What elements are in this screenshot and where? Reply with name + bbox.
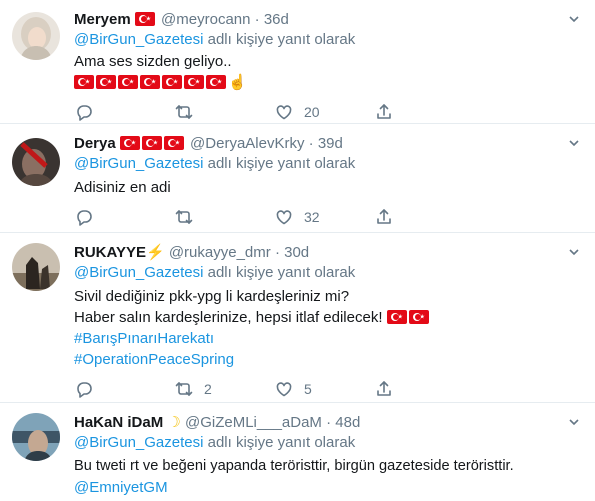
separator-dot: · — [274, 244, 280, 261]
hashtag-link[interactable]: #OperationPeaceSpring — [74, 349, 583, 370]
avatar[interactable] — [12, 413, 60, 461]
reply-icon — [77, 382, 92, 398]
reply-context: @BirGun_Gazetesi adlı kişiye yanıt olara… — [74, 263, 583, 283]
tweet[interactable]: HaKaN iDaM ☽ @GiZeMLi___aDaM · 48d @BirG… — [0, 403, 595, 501]
reply-mention-link[interactable]: @BirGun_Gazetesi — [74, 264, 203, 281]
reply-context-text: adlı kişiye yanıt olarak — [203, 155, 356, 172]
retweet-button[interactable]: 2 — [174, 379, 274, 399]
avatar[interactable] — [12, 12, 60, 60]
lightning-icon: ⚡ — [145, 244, 165, 261]
separator-dot: · — [326, 414, 332, 431]
chevron-down-icon[interactable] — [567, 245, 581, 259]
turkey-flag-icon — [140, 75, 160, 89]
tweet-text-line: Ama ses sizden geliyo.. — [74, 53, 232, 70]
retweet-button[interactable] — [174, 207, 274, 227]
user-handle[interactable]: @rukayye_dmr — [169, 244, 271, 261]
chevron-down-icon[interactable] — [567, 415, 581, 429]
share-icon — [377, 209, 391, 224]
tweet-text: Ama ses sizden geliyo.. ☝ — [74, 51, 583, 93]
like-button[interactable]: 20 — [274, 102, 374, 122]
turkey-flag-icon — [386, 310, 407, 324]
display-name[interactable]: HaKaN iDaM — [74, 414, 163, 431]
timestamp[interactable]: 30d — [284, 244, 309, 261]
avatar[interactable] — [12, 138, 60, 186]
turkey-flag-icon — [162, 75, 182, 89]
reply-context-text: adlı kişiye yanıt olarak — [203, 434, 356, 451]
share-button[interactable] — [374, 207, 474, 227]
turkey-flag-icon — [74, 75, 94, 89]
heart-icon — [276, 382, 292, 397]
turkey-flag-icon — [408, 310, 429, 324]
share-icon — [377, 381, 391, 396]
retweet-icon — [175, 382, 193, 396]
tweet[interactable]: RUKAYYE⚡ @rukayye_dmr · 30d @BirGun_Gaze… — [0, 233, 595, 403]
display-name[interactable]: Derya — [74, 135, 116, 152]
reply-context: @BirGun_Gazetesi adlı kişiye yanıt olara… — [74, 30, 583, 50]
tweet-text: Sivil dediğiniz pkk-ypg li kardeşleriniz… — [74, 286, 583, 370]
separator-dot: · — [308, 135, 314, 152]
like-button[interactable]: 32 — [274, 207, 374, 227]
user-handle[interactable]: @DeryaAlevKrky — [190, 135, 304, 152]
reply-mention-link[interactable]: @BirGun_Gazetesi — [74, 434, 203, 451]
reply-button[interactable] — [74, 102, 174, 122]
turkey-flag-icon — [119, 136, 140, 150]
turkey-flag-icon — [96, 75, 116, 89]
retweet-icon — [175, 105, 193, 119]
like-count: 5 — [304, 381, 312, 397]
tweet-text-line: Sivil dediğiniz pkk-ypg li kardeşleriniz… — [74, 288, 350, 305]
turkey-flag-icon — [118, 75, 138, 89]
tweet-text: Adisiniz en adi — [74, 177, 583, 198]
turkey-flag-icon — [141, 136, 162, 150]
heart-icon — [276, 210, 292, 225]
retweet-button[interactable] — [174, 102, 274, 122]
retweet-icon — [175, 210, 193, 224]
crescent-moon-icon: ☽ — [167, 414, 181, 431]
reply-button[interactable] — [74, 207, 174, 227]
avatar[interactable] — [12, 243, 60, 291]
reply-button[interactable] — [74, 379, 174, 399]
hashtag-link[interactable]: #BarışPınarıHarekatı — [74, 328, 583, 349]
tweet-text-line: Bu tweti rt ve beğeni yapanda teröristti… — [74, 458, 514, 474]
share-button[interactable] — [374, 379, 474, 399]
share-icon — [377, 104, 391, 119]
retweet-count: 2 — [204, 381, 212, 397]
chevron-down-icon[interactable] — [567, 12, 581, 26]
tweet-text-line: Adisiniz en adi — [74, 179, 171, 196]
timestamp[interactable]: 48d — [335, 414, 360, 431]
mention-link[interactable]: @EmniyetGM — [74, 477, 583, 498]
tweet-actions: 32 — [74, 198, 583, 236]
reply-context: @BirGun_Gazetesi adlı kişiye yanıt olara… — [74, 154, 583, 174]
pointing-finger-icon: ☝ — [228, 74, 247, 91]
tweet-text-line: Haber salın kardeşlerinize, hepsi itlaf … — [74, 307, 583, 328]
timestamp[interactable]: 36d — [264, 11, 289, 28]
tweet-text-span: Haber salın kardeşlerinize, hepsi itlaf … — [74, 309, 383, 326]
separator-dot: · — [254, 11, 260, 28]
share-button[interactable] — [374, 102, 474, 122]
reply-icon — [77, 210, 92, 226]
reply-icon — [77, 105, 92, 121]
display-name[interactable]: RUKAYYE — [74, 244, 146, 261]
like-count: 20 — [304, 104, 320, 120]
reply-context: @BirGun_Gazetesi adlı kişiye yanıt olara… — [74, 433, 583, 453]
reply-mention-link[interactable]: @BirGun_Gazetesi — [74, 155, 203, 172]
user-handle[interactable]: @GiZeMLi___aDaM — [185, 414, 322, 431]
reply-context-text: adlı kişiye yanıt olarak — [203, 264, 356, 281]
tweet[interactable]: Derya @DeryaAlevKrky · 39d @BirGun_Gazet… — [0, 124, 595, 233]
timestamp[interactable]: 39d — [318, 135, 343, 152]
display-name[interactable]: Meryem — [74, 11, 131, 28]
reply-context-text: adlı kişiye yanıt olarak — [203, 31, 356, 48]
turkey-flag-icon — [206, 75, 226, 89]
reply-mention-link[interactable]: @BirGun_Gazetesi — [74, 31, 203, 48]
user-handle[interactable]: @meyrocann — [161, 11, 250, 28]
emoji-line: ☝ — [74, 72, 583, 93]
turkey-flag-icon — [134, 12, 155, 26]
heart-icon — [276, 105, 292, 120]
like-button[interactable]: 5 — [274, 379, 374, 399]
turkey-flag-icon — [184, 75, 204, 89]
chevron-down-icon[interactable] — [567, 136, 581, 150]
like-count: 32 — [304, 209, 320, 225]
tweet[interactable]: Meryem @meyrocann · 36d @BirGun_Gazetesi… — [0, 0, 595, 124]
tweet-text: Bu tweti rt ve beğeni yapanda teröristti… — [74, 456, 583, 498]
turkey-flag-icon — [163, 136, 184, 150]
